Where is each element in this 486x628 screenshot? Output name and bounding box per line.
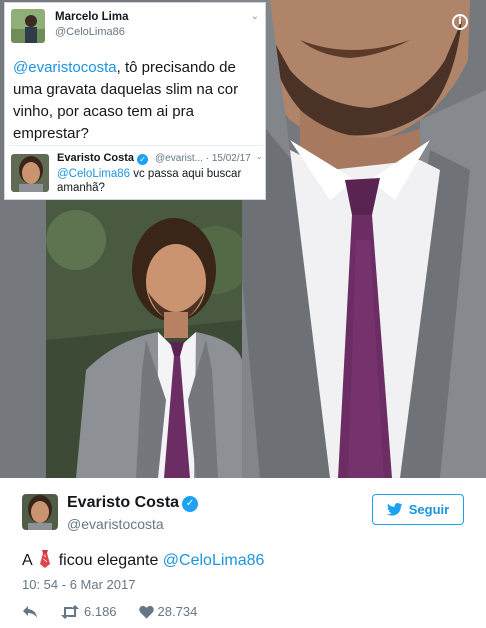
- reply-button[interactable]: [22, 605, 38, 619]
- tweet-timestamp[interactable]: 10: 54 - 6 Mar 2017: [22, 577, 135, 592]
- chevron-down-icon: ⌄: [255, 152, 263, 162]
- mention-link: @evaristocosta: [13, 59, 117, 76]
- tweet-media[interactable]: i Marcelo Lima @CeloLima86 ⌄ @evaristoco…: [0, 0, 486, 478]
- heart-icon: [138, 605, 154, 619]
- like-button[interactable]: 28.734: [138, 604, 198, 619]
- necktie-emoji: [40, 550, 51, 568]
- mention-link: @CeloLima86: [57, 168, 131, 180]
- embedded-tweet-text: @evaristocosta, tô precisando de uma gra…: [13, 57, 263, 145]
- tweet-text: A ficou elegante @CeloLima86: [22, 550, 264, 570]
- tweet-text-end: ficou elegante: [58, 552, 159, 569]
- author-handle[interactable]: @evaristocosta: [67, 516, 164, 532]
- embedded-tweet-header: Marcelo Lima @CeloLima86 ⌄: [9, 7, 259, 47]
- reply-author: Evaristo Costa ✓: [57, 152, 149, 165]
- avatar: [11, 154, 49, 192]
- reply-text: @CeloLima86 vc passa aqui buscar amanhã?: [57, 167, 257, 195]
- tweet: Evaristo Costa ✓ @evaristocosta Seguir A …: [0, 478, 486, 628]
- tweet-text-start: A: [22, 552, 32, 569]
- inset-photo: [46, 200, 242, 478]
- verified-icon: ✓: [137, 154, 149, 165]
- avatar[interactable]: [22, 494, 58, 530]
- reply-author-name: Evaristo Costa: [57, 152, 135, 164]
- verified-icon: ✓: [182, 496, 199, 512]
- reply-handle-date: @evarist... · 15/02/17: [155, 153, 251, 164]
- tweet-actions: 6.186 28.734: [22, 604, 219, 619]
- author-handle: @CeloLima86: [55, 26, 125, 38]
- follow-button[interactable]: Seguir: [372, 494, 464, 525]
- retweet-count: 6.186: [84, 604, 117, 619]
- follow-label: Seguir: [408, 502, 450, 517]
- reply-icon: [23, 605, 37, 618]
- like-count: 28.734: [157, 604, 198, 619]
- author-name: Marcelo Lima: [55, 11, 129, 23]
- author-name-text: Evaristo Costa: [67, 494, 180, 511]
- retweet-icon: [61, 604, 79, 619]
- chevron-down-icon: ⌄: [250, 11, 259, 22]
- embedded-reply: Evaristo Costa ✓ @evarist... · 15/02/17 …: [9, 145, 263, 197]
- avatar: [11, 9, 45, 43]
- info-icon[interactable]: i: [452, 14, 468, 30]
- mention-link[interactable]: @CeloLima86: [163, 552, 265, 569]
- author-name[interactable]: Evaristo Costa ✓: [67, 494, 199, 512]
- retweet-button[interactable]: 6.186: [60, 604, 117, 619]
- bird-icon: [386, 503, 403, 516]
- embedded-tweet: Marcelo Lima @CeloLima86 ⌄ @evaristocost…: [4, 2, 266, 200]
